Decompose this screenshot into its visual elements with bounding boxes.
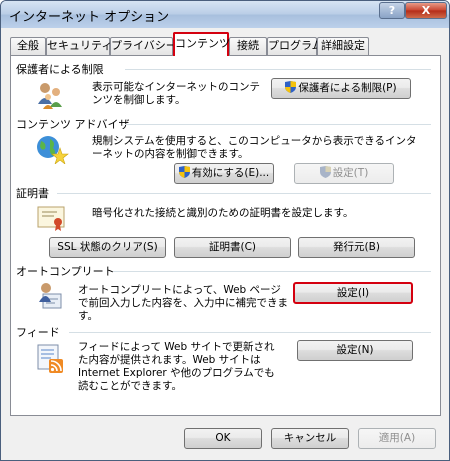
tab-privacy[interactable]: プライバシー (110, 37, 177, 55)
certificates-group-title: 証明書 (16, 187, 49, 200)
advisor-settings-label: 設定(T) (332, 167, 369, 179)
publishers-button[interactable]: 発行元(B) (298, 237, 415, 258)
autocomplete-description: オートコンプリートによって、Web ページで前回入力した内容を、入力中に補完でき… (78, 284, 288, 322)
uac-shield-icon (319, 166, 331, 178)
advisor-settings-button[interactable]: 設定(T) (294, 163, 394, 184)
parental-description: 表示可能なインターネットのコンテンツを制御します。 (92, 81, 260, 106)
autocomplete-group-title: オートコンプリート (16, 265, 115, 278)
advisor-description: 規制システムを使用すると、このコンピュータから表示できるインターネットの内容を制… (92, 135, 417, 160)
tab-programs[interactable]: プログラム (267, 37, 323, 55)
close-button[interactable]: X (405, 2, 447, 19)
autocomplete-user-icon (39, 283, 62, 309)
uac-shield-icon (178, 166, 190, 178)
parental-controls-label: 保護者による制限(P) (298, 82, 397, 94)
help-button[interactable]: ? (379, 2, 405, 19)
certificate-icon (37, 206, 65, 231)
feeds-group-title: フィード (16, 326, 60, 339)
advisor-group-title: コンテンツ アドバイザ (16, 118, 130, 131)
feeds-settings-button[interactable]: 設定(N) (297, 340, 413, 361)
feed-icon (37, 344, 63, 373)
tab-general[interactable]: 全般 (10, 37, 46, 55)
certificates-button[interactable]: 証明書(C) (174, 237, 291, 258)
certificates-description: 暗号化された接続と識別のための証明書を設定します。 (92, 207, 354, 219)
apply-button[interactable]: 適用(A) (358, 428, 436, 449)
tab-security[interactable]: セキュリティ (46, 37, 112, 55)
window-title: インターネット オプション (9, 10, 170, 25)
internet-options-window: インターネット オプション ? X 全般 セキュリティ プライバシー コンテンツ… (0, 0, 450, 461)
tab-advanced[interactable]: 詳細設定 (317, 37, 369, 55)
family-users-icon (38, 83, 62, 109)
group-divider (57, 193, 431, 194)
group-divider (113, 271, 431, 272)
ok-button[interactable]: OK (184, 428, 262, 449)
tab-content[interactable]: コンテンツ (173, 32, 230, 56)
globe-star-icon (37, 136, 69, 164)
cancel-button[interactable]: キャンセル (271, 428, 349, 449)
tab-connections[interactable]: 接続 (229, 37, 267, 55)
parental-controls-button[interactable]: 保護者による制限(P) (271, 78, 411, 99)
title-bar[interactable]: インターネット オプション ? X (1, 1, 449, 28)
enable-advisor-button[interactable]: 有効にする(E)... (174, 163, 274, 184)
uac-shield-icon (285, 81, 297, 93)
autocomplete-settings-button[interactable]: 設定(I) (293, 282, 413, 304)
group-divider (125, 69, 431, 70)
clear-ssl-state-button[interactable]: SSL 状態のクリア(S) (49, 237, 166, 258)
enable-advisor-label: 有効にする(E)... (191, 167, 270, 179)
feeds-description: フィードによって Web サイトで更新された内容が提供されます。Web サイトは… (78, 341, 275, 392)
group-divider (69, 332, 431, 333)
parental-group-title: 保護者による制限 (16, 63, 104, 76)
group-divider (125, 124, 431, 125)
